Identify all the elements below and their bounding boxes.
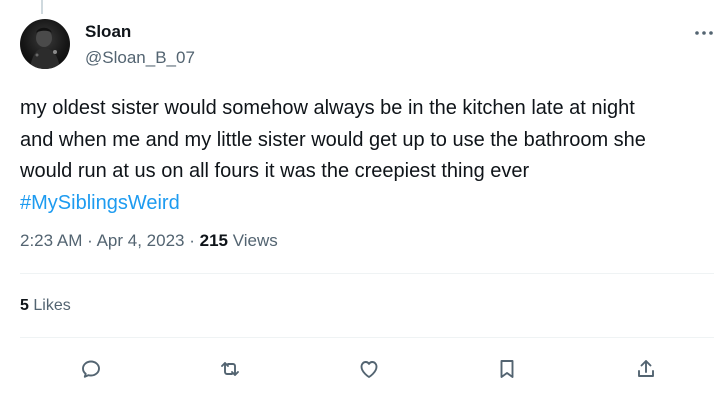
hashtag-link[interactable]: #MySiblingsWeird — [20, 188, 720, 220]
tweet: Sloan @Sloan_B_07 my oldest sister would… — [0, 0, 728, 410]
tweet-metadata: 2:23 AM · Apr 4, 2023 · 215 Views — [20, 231, 278, 251]
divider — [20, 273, 714, 274]
likes-label: Likes — [33, 297, 71, 314]
likes-count: 5 — [20, 297, 29, 314]
reply-button[interactable] — [76, 354, 106, 384]
retweet-button[interactable] — [215, 354, 245, 384]
share-icon — [638, 360, 654, 377]
avatar[interactable] — [20, 19, 70, 69]
tweet-date[interactable]: Apr 4, 2023 — [97, 231, 185, 250]
tweet-text-line: would run at us on all fours it was the … — [20, 160, 530, 182]
views-count: 215 — [199, 231, 228, 250]
divider — [20, 337, 714, 338]
tweet-text: my oldest sister would somehow always be… — [20, 93, 720, 219]
tweet-time[interactable]: 2:23 AM — [20, 231, 82, 250]
more-options-button[interactable] — [689, 22, 719, 44]
thread-connector-line — [41, 0, 43, 14]
views-label: Views — [232, 231, 278, 250]
share-button[interactable] — [631, 354, 661, 384]
likes-link[interactable]: 5 Likes — [20, 297, 71, 315]
tweet-text-line: my oldest sister would somehow always be… — [20, 97, 635, 119]
like-button[interactable] — [354, 354, 384, 384]
more-icon — [695, 31, 713, 35]
bookmark-button[interactable] — [492, 354, 522, 384]
user-handle[interactable]: @Sloan_B_07 — [85, 48, 195, 68]
meta-separator: · — [87, 231, 93, 250]
avatar-photo — [30, 27, 60, 69]
bookmark-icon — [500, 360, 514, 378]
reply-icon — [82, 360, 100, 378]
user-display-name[interactable]: Sloan — [85, 22, 131, 42]
meta-separator: · — [189, 231, 195, 250]
like-icon — [360, 361, 378, 378]
tweet-text-line: and when me and my little sister would g… — [20, 128, 646, 151]
retweet-icon — [221, 362, 239, 376]
